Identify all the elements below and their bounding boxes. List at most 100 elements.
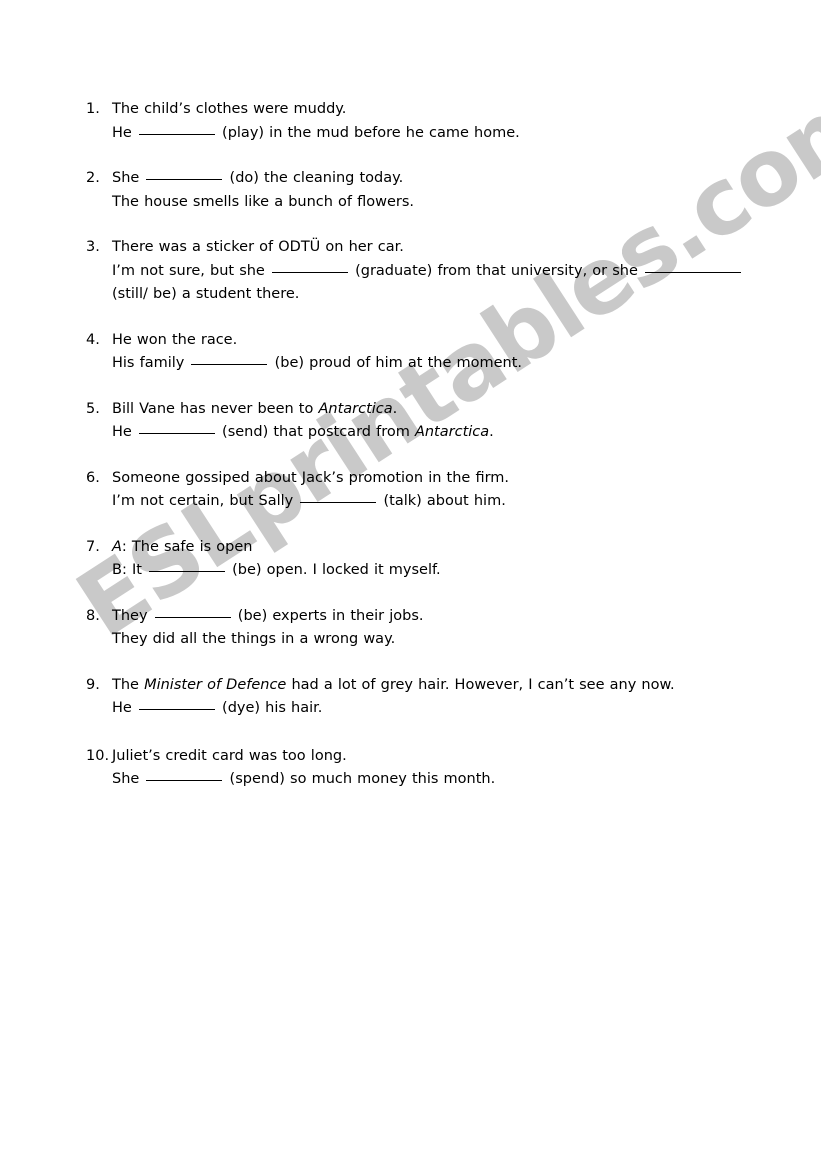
exercise-line: The child’s clothes were muddy. <box>112 98 776 122</box>
exercise-line: Bill Vane has never been to Antarctica. <box>112 398 776 422</box>
exercise-line: He (send) that postcard from Antarctica. <box>112 421 776 445</box>
text-segment: (be) proud of him at the moment. <box>269 355 522 371</box>
exercise-line: His family (be) proud of him at the mome… <box>112 352 776 376</box>
answer-blank[interactable] <box>146 179 223 180</box>
answer-blank[interactable] <box>191 364 268 365</box>
exercise-item: 2. She (do) the cleaning today. The house … <box>86 167 776 214</box>
exercise-text: There was a sticker of ODTÜ on her car. I… <box>112 236 776 307</box>
text-segment: He won the race. <box>112 331 238 348</box>
answer-blank[interactable] <box>138 709 215 710</box>
exercise-item: 9. The Minister of Defence had a lot of g… <box>86 674 776 721</box>
exercise-line: I’m not certain, but Sally (talk) about … <box>112 490 776 514</box>
worksheet-page: 1. The child’s clothes were muddy. He (pla… <box>0 0 821 1169</box>
exercise-item: 7. A: The safe is open B: It (be) open. I … <box>86 536 776 583</box>
text-segment: (dye) his hair. <box>216 700 323 716</box>
answer-blank[interactable] <box>149 571 226 572</box>
answer-blank[interactable] <box>300 502 377 503</box>
exercise-line: She (do) the cleaning today. <box>112 167 776 191</box>
exercise-item: 6. Someone gossiped about Jack’s promotio… <box>86 467 776 514</box>
text-segment: (be) experts in their jobs. <box>232 607 424 624</box>
exercise-number: 4. <box>86 331 100 348</box>
exercise-item: 10. Juliet’s credit card was too long. She… <box>86 745 776 792</box>
exercise-text: The Minister of Defence had a lot of gre… <box>112 674 776 721</box>
exercise-text: She (do) the cleaning today. The house sm… <box>112 167 776 214</box>
exercise-number: 1. <box>86 101 100 117</box>
exercise-line: He (dye) his hair. <box>112 697 776 721</box>
answer-blank[interactable] <box>146 780 223 781</box>
exercise-number: 3. <box>86 239 100 255</box>
exercise-text: The child’s clothes were muddy. He (play)… <box>112 98 776 145</box>
exercise-line: The Minister of Defence had a lot of gre… <box>112 674 776 698</box>
exercise-line: He (play) in the mud before he came home… <box>112 122 776 146</box>
text-segment: He <box>112 700 137 716</box>
text-segment: He <box>112 124 137 141</box>
exercise-text: They (be) experts in their jobs. They did… <box>112 605 776 652</box>
text-segment: There was a sticker of ODTÜ on her car. <box>112 239 404 255</box>
text-segment: B: It <box>112 562 148 578</box>
answer-blank[interactable] <box>154 616 231 618</box>
exercise-line: They did all the things in a wrong way. <box>112 628 776 652</box>
text-segment: had a lot of grey hair. However, I can’t… <box>286 676 675 693</box>
exercise-line: Someone gossiped about Jack’s promotion … <box>112 467 776 491</box>
exercise-number: 2. <box>86 170 100 186</box>
exercise-line: (still/ be) a student there. <box>112 283 776 307</box>
text-segment: I’m not sure, but she <box>112 262 270 279</box>
text-segment: Antarctica <box>318 400 393 417</box>
answer-blank[interactable] <box>138 433 215 434</box>
answer-blank[interactable] <box>138 133 215 135</box>
text-segment: He <box>112 424 137 440</box>
text-segment: The child’s clothes were muddy. <box>112 101 347 117</box>
text-segment: (graduate) from that university, or she <box>349 262 644 279</box>
exercise-line: A: The safe is open <box>112 536 776 560</box>
text-segment: . <box>489 424 494 440</box>
text-segment: Bill Vane has never been to <box>112 400 319 417</box>
exercise-number: 9. <box>86 676 100 693</box>
text-segment: Minister of Defence <box>144 676 287 693</box>
exercise-text: He won the race. His family (be) proud of… <box>112 329 776 376</box>
text-segment: The house smells like a bunch of flowers… <box>112 193 415 210</box>
exercise-item: 8. They (be) experts in their jobs. They d… <box>86 605 776 652</box>
exercise-line: They (be) experts in their jobs. <box>112 605 776 629</box>
text-segment: (talk) about him. <box>378 493 506 509</box>
text-segment: I’m not certain, but Sally <box>112 493 299 509</box>
text-segment: : The safe is open <box>121 538 253 555</box>
answer-blank[interactable] <box>645 271 742 273</box>
exercise-text: Someone gossiped about Jack’s promotion … <box>112 467 776 514</box>
exercise-number: 5. <box>86 400 100 417</box>
exercise-line: She (spend) so much money this month. <box>112 768 776 792</box>
exercise-item: 4. He won the race. His family (be) proud … <box>86 329 776 376</box>
text-segment: (spend) so much money this month. <box>224 771 496 787</box>
exercise-number: 6. <box>86 469 100 486</box>
exercise-number: 10. <box>86 747 110 764</box>
text-segment: (be) open. I locked it myself. <box>227 562 441 578</box>
text-segment: They <box>112 607 153 624</box>
text-segment: The <box>112 676 145 693</box>
text-segment: Someone gossiped about Jack’s promotion … <box>112 469 510 486</box>
text-segment: (play) in the mud before he came home. <box>216 124 520 141</box>
exercise-line: Juliet’s credit card was too long. <box>112 745 776 769</box>
exercise-text: Bill Vane has never been to Antarctica. H… <box>112 398 776 445</box>
text-segment: (send) that postcard from <box>216 424 415 440</box>
text-segment: . <box>392 400 398 417</box>
exercise-list: 1. The child’s clothes were muddy. He (pla… <box>86 98 776 814</box>
exercise-text: A: The safe is open B: It (be) open. I lo… <box>112 536 776 583</box>
exercise-number: 7. <box>86 538 100 555</box>
exercise-item: 3. There was a sticker of ODTÜ on her car… <box>86 236 776 307</box>
text-segment: His family <box>112 355 190 371</box>
exercise-text: Juliet’s credit card was too long. She (s… <box>112 745 776 792</box>
exercise-number: 8. <box>86 607 100 624</box>
exercise-line: B: It (be) open. I locked it myself. <box>112 559 776 583</box>
exercise-item: 1. The child’s clothes were muddy. He (pla… <box>86 98 776 145</box>
text-segment: They did all the things in a wrong way. <box>112 631 396 647</box>
text-segment: (still/ be) a student there. <box>112 286 300 302</box>
exercise-line: The house smells like a bunch of flowers… <box>112 191 776 215</box>
answer-blank[interactable] <box>271 271 348 273</box>
text-segment: She <box>112 771 145 787</box>
exercise-line: There was a sticker of ODTÜ on her car. <box>112 236 776 260</box>
exercise-line: He won the race. <box>112 329 776 353</box>
exercise-line: I’m not sure, but she (graduate) from th… <box>112 260 776 284</box>
text-segment: (do) the cleaning today. <box>224 170 404 186</box>
exercise-item: 5. Bill Vane has never been to Antarctica… <box>86 398 776 445</box>
text-segment: Antarctica <box>414 424 490 440</box>
text-segment: Juliet’s credit card was too long. <box>112 747 347 764</box>
